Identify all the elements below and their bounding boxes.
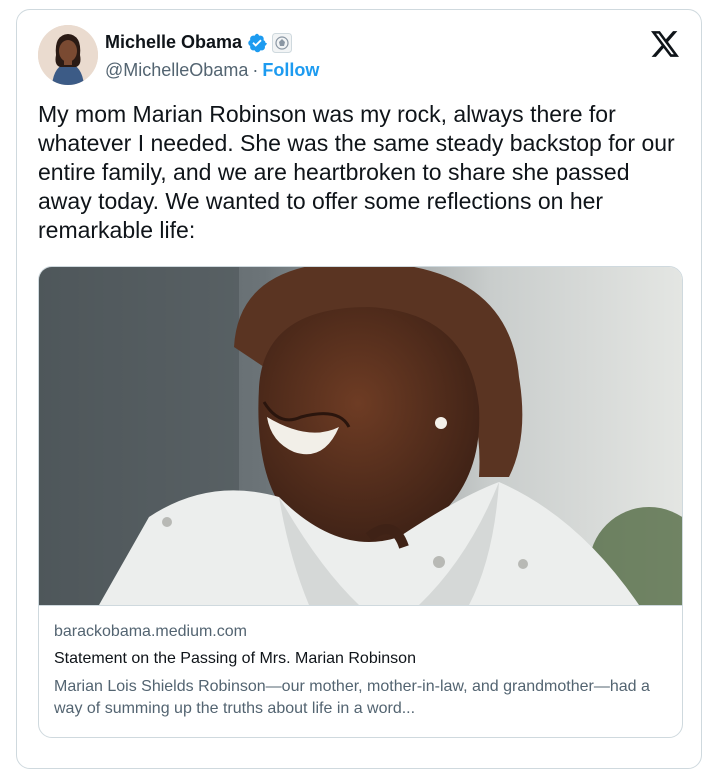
tweet-text: My mom Marian Robinson was my rock, alwa… (38, 101, 675, 243)
link-description: Marian Lois Shields Robinson—our mother,… (54, 678, 650, 717)
author-handle[interactable]: @MichelleObama (105, 60, 248, 80)
author-handle-row: @MichelleObama · Follow (105, 60, 319, 81)
tweet-card[interactable]: Michelle Obama @MichelleObama · Follow My … (16, 9, 702, 769)
x-logo-icon[interactable] (651, 31, 679, 57)
link-preview-meta[interactable]: barackobama.medium.com Statement on the … (39, 605, 682, 717)
avatar[interactable] (38, 25, 98, 85)
verified-badge-icon (248, 33, 267, 52)
author-name-row: Michelle Obama (105, 32, 293, 53)
link-preview-card[interactable]: barackobama.medium.com Statement on the … (38, 266, 683, 738)
follow-button[interactable]: Follow (262, 60, 319, 80)
link-title[interactable]: Statement on the Passing of Mrs. Marian … (54, 650, 416, 668)
separator-dot: · (252, 60, 259, 80)
link-domain: barackobama.medium.com (54, 623, 247, 640)
author-name[interactable]: Michelle Obama (105, 32, 242, 53)
avatar-image (38, 25, 98, 85)
government-seal-icon (272, 32, 293, 53)
link-preview-image[interactable] (39, 267, 683, 605)
